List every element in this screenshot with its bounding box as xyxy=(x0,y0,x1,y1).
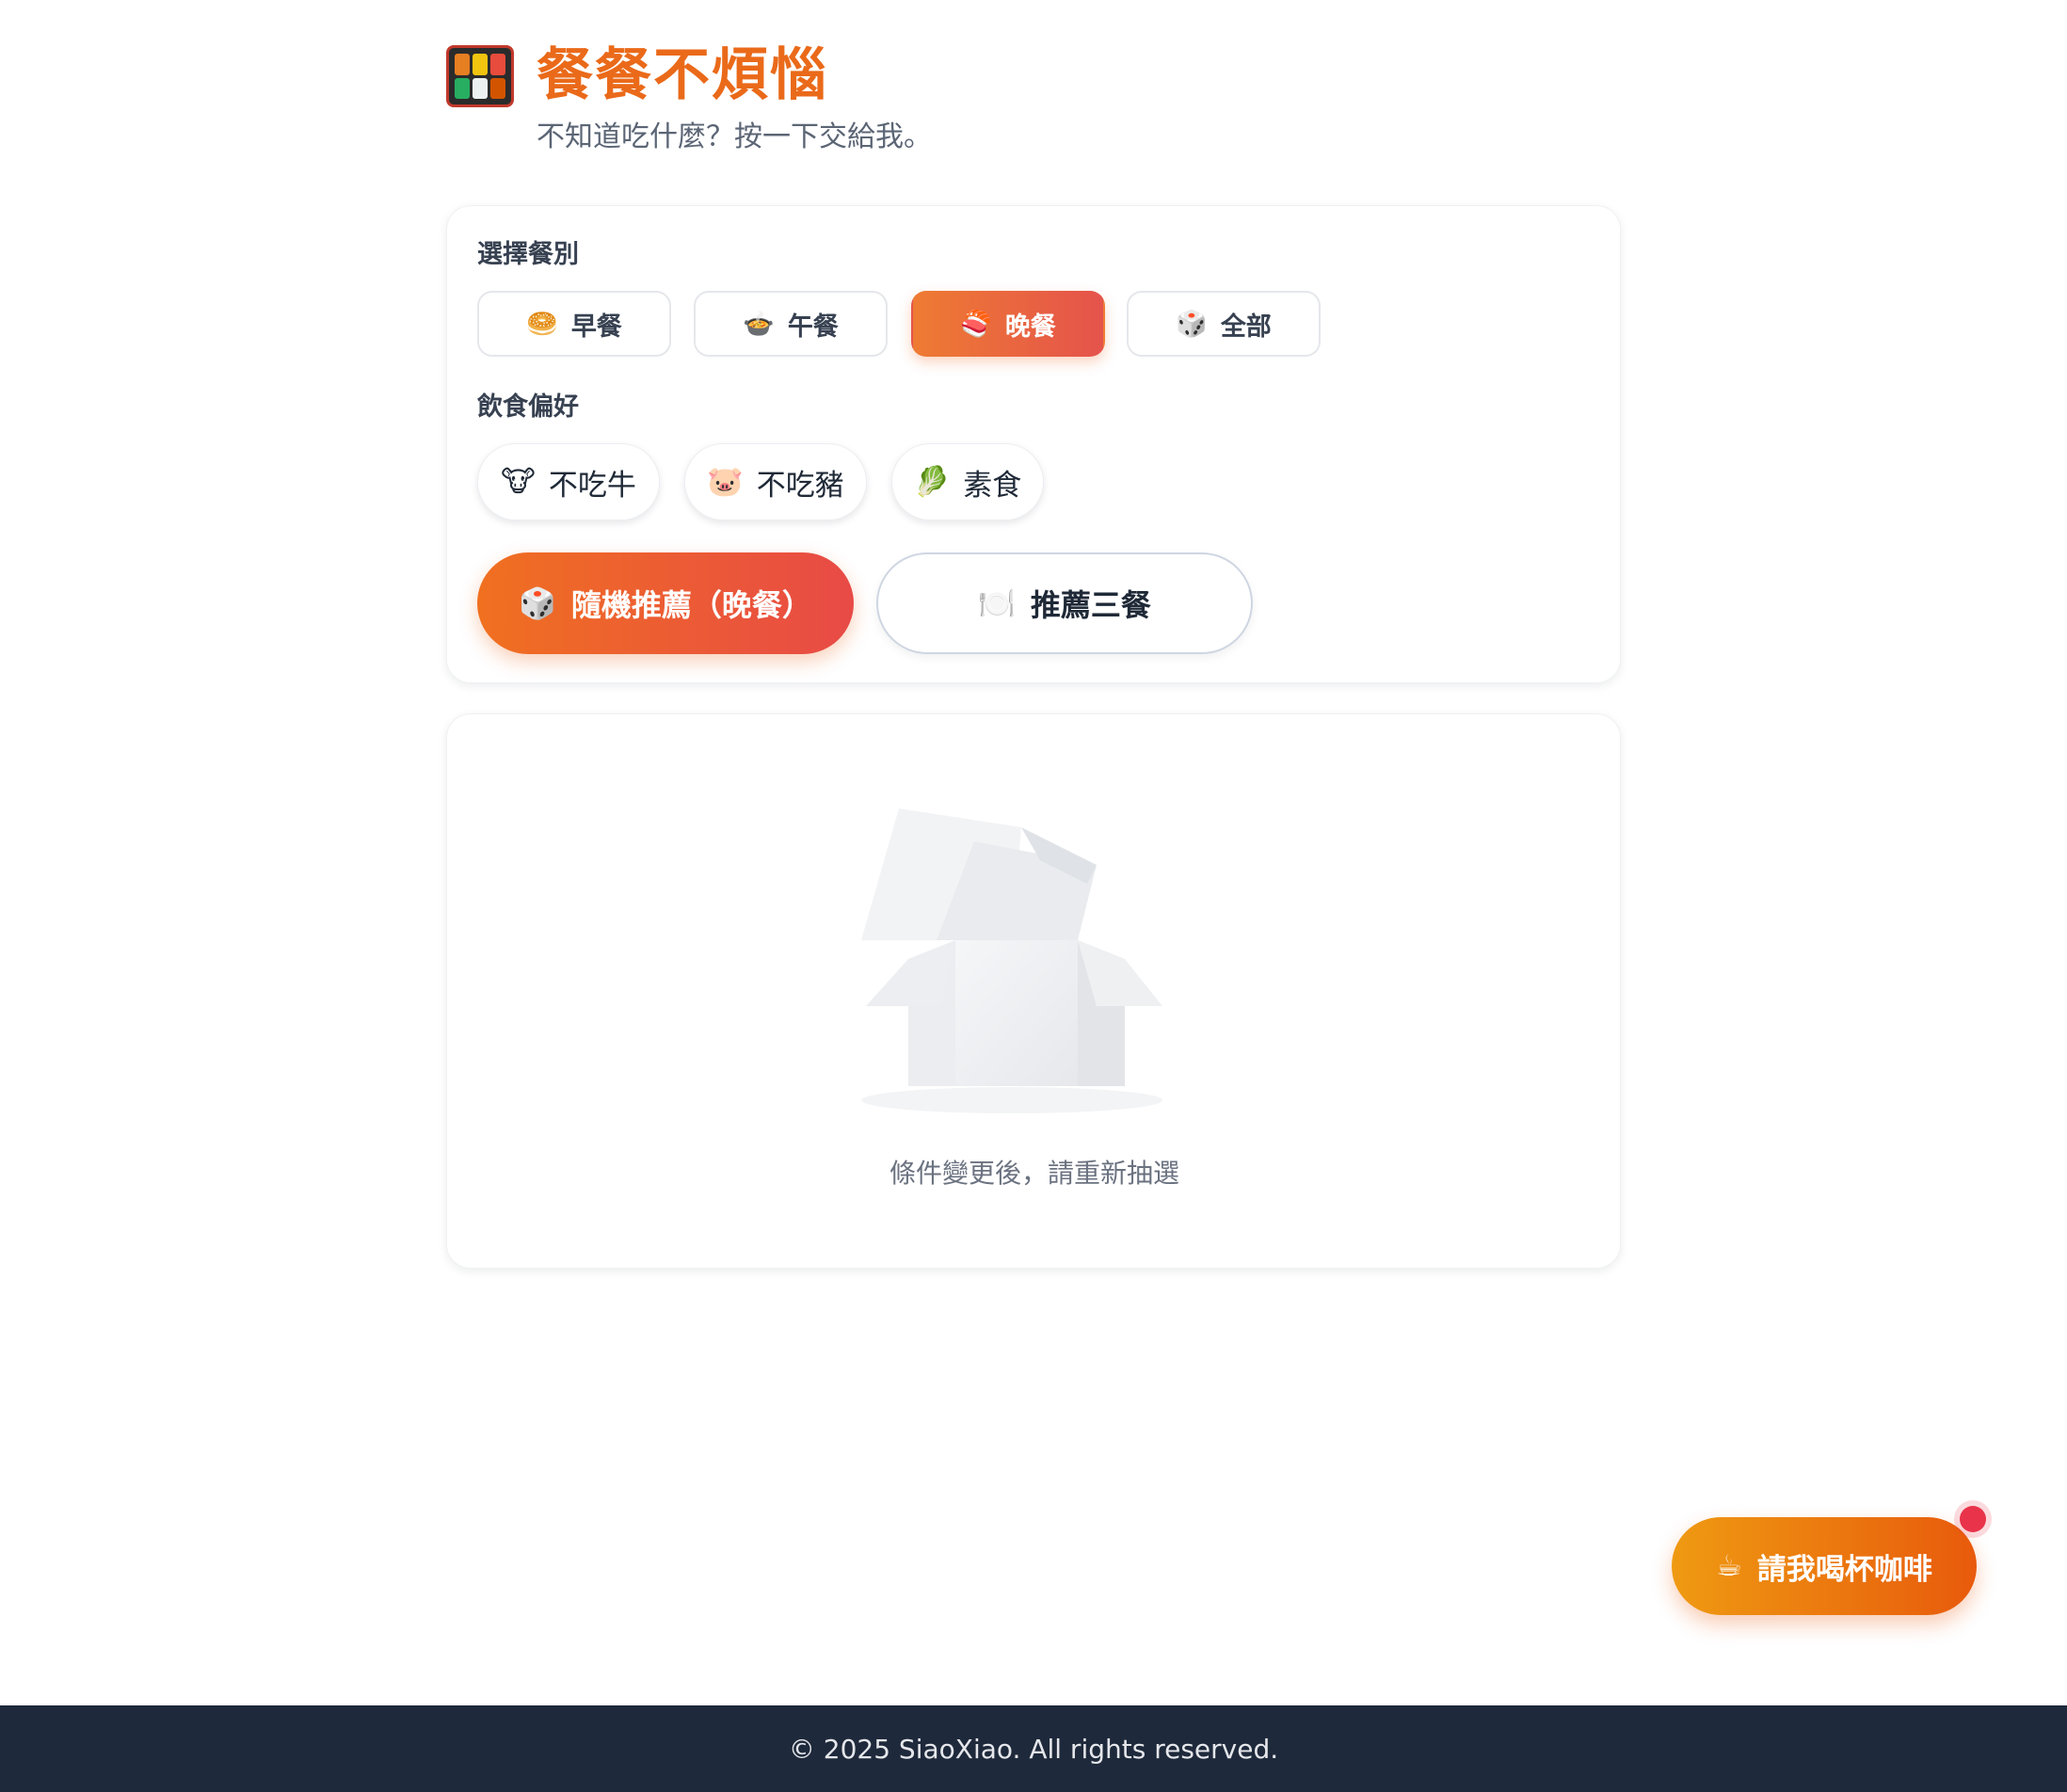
plate-cutlery-icon: 🍽️ xyxy=(978,585,1016,621)
preference-no-beef[interactable]: 🐮 不吃牛 xyxy=(477,443,660,520)
coffee-cup-icon: ☕ xyxy=(1716,1548,1742,1583)
meal-section-label: 選擇餐別 xyxy=(477,240,579,269)
options-card: 選擇餐別 🥯 早餐 🍲 午餐 🍣 晚餐 🎲 全部 飲食偏好 🐮 不吃牛 🐷 不吃… xyxy=(446,205,1621,683)
random-recommend-button[interactable]: 🎲 隨機推薦（晚餐） xyxy=(477,552,854,654)
preference-label: 素食 xyxy=(963,468,1022,503)
pig-face-icon: 🐷 xyxy=(707,464,744,499)
copyright-text: © 2025 SiaoXiao. All rights reserved. xyxy=(788,1733,1279,1765)
meal-button-label: 早餐 xyxy=(570,312,622,342)
preference-vegetarian[interactable]: 🥬 素食 xyxy=(891,443,1044,520)
meal-button-lunch[interactable]: 🍲 午餐 xyxy=(694,291,888,357)
bowl-icon: 🍲 xyxy=(743,309,775,339)
page-footer: © 2025 SiaoXiao. All rights reserved. xyxy=(0,1705,2067,1792)
page-header: 餐餐不煩惱 不知道吃什麼？按一下交給我。 xyxy=(446,41,1621,164)
random-recommend-label: 隨機推薦（晚餐） xyxy=(570,587,812,623)
cow-face-icon: 🐮 xyxy=(501,464,536,499)
meal-button-breakfast[interactable]: 🥯 早餐 xyxy=(477,291,671,357)
bagel-icon: 🥯 xyxy=(526,309,558,339)
meal-button-label: 全部 xyxy=(1220,312,1272,342)
preference-label: 不吃牛 xyxy=(548,468,636,503)
sushi-icon: 🍣 xyxy=(960,309,992,339)
notification-dot xyxy=(1960,1506,1986,1532)
dice-icon: 🎲 xyxy=(1176,309,1208,339)
meal-button-label: 晚餐 xyxy=(1004,312,1056,342)
page-title: 餐餐不煩惱 xyxy=(537,42,828,108)
three-meals-label: 推薦三餐 xyxy=(1030,587,1151,623)
preference-label: 不吃豬 xyxy=(756,468,844,503)
preference-no-pork[interactable]: 🐷 不吃豬 xyxy=(684,443,867,520)
buy-me-coffee-button[interactable]: ☕ 請我喝杯咖啡 xyxy=(1672,1517,1977,1615)
meal-button-dinner[interactable]: 🍣 晚餐 xyxy=(911,291,1105,357)
bento-box-icon xyxy=(446,45,514,107)
coffee-button-label: 請我喝杯咖啡 xyxy=(1756,1552,1932,1587)
meal-button-label: 午餐 xyxy=(787,312,839,342)
meal-button-all[interactable]: 🎲 全部 xyxy=(1127,291,1321,357)
empty-state-text: 條件變更後，請重新抽選 xyxy=(889,1158,1179,1189)
leafy-green-icon: 🥬 xyxy=(913,464,951,499)
result-card: 條件變更後，請重新抽選 xyxy=(446,713,1621,1269)
three-meals-button[interactable]: 🍽️ 推薦三餐 xyxy=(876,552,1253,654)
empty-box-illustration xyxy=(861,808,1162,1113)
dice-icon: 🎲 xyxy=(519,585,556,621)
preference-section-label: 飲食偏好 xyxy=(477,392,579,422)
page-subtitle: 不知道吃什麼？按一下交給我。 xyxy=(537,120,932,153)
